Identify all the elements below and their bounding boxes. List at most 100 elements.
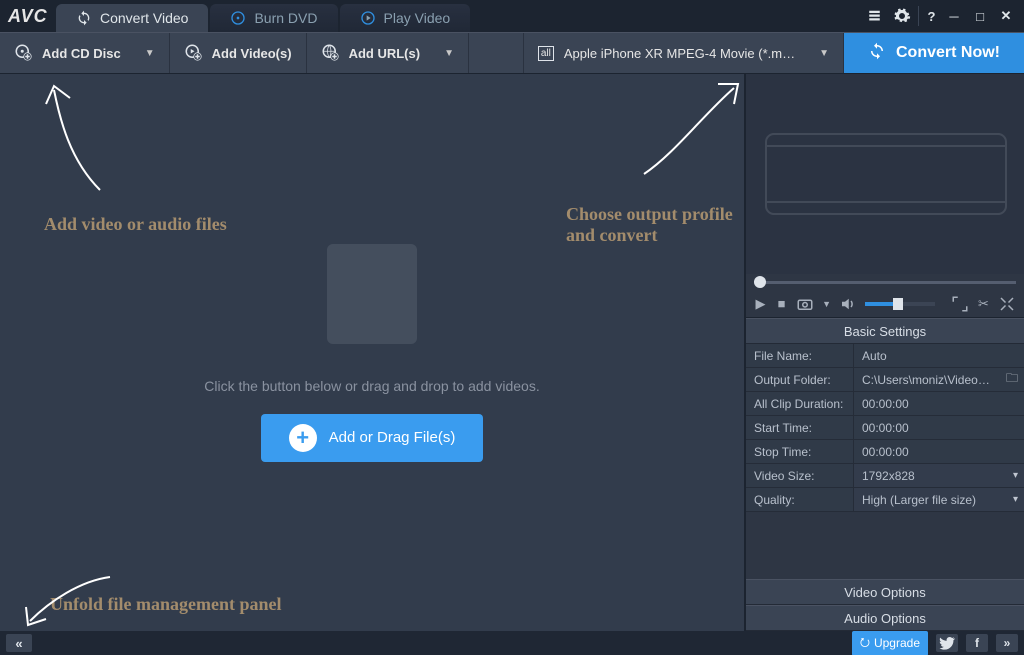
value[interactable]: 00:00:00 [854, 416, 1024, 439]
label: Stop Time: [746, 440, 854, 463]
add-cd-disc-button[interactable]: Add CD Disc ▼ [0, 33, 170, 73]
right-panel: ▶ ■ ▼ ✂ Basic Settings File Name: Auto O… [744, 74, 1024, 631]
gear-icon[interactable] [892, 6, 912, 26]
player-controls: ▶ ■ ▼ ✂ [746, 290, 1024, 318]
output-profile-dropdown[interactable]: all Apple iPhone XR MPEG-4 Movie (*.m… ▼ [523, 33, 844, 73]
stop-button[interactable]: ■ [775, 294, 788, 314]
row-file-name: File Name: Auto [746, 344, 1024, 368]
drop-area[interactable]: Click the button below or drag and drop … [0, 74, 744, 631]
titlebar: AVC Convert Video Burn DVD Play Video ? … [0, 0, 1024, 32]
add-or-drag-files-button[interactable]: + Add or Drag File(s) [261, 414, 484, 462]
chevron-down-icon: ▼ [145, 48, 155, 59]
main-toolbar: Add CD Disc ▼ Add Video(s) Add URL(s) ▼ … [0, 32, 1024, 74]
audio-options-header[interactable]: Audio Options [746, 605, 1024, 631]
chevron-down-icon[interactable]: ▼ [822, 299, 831, 309]
profile-label: Apple iPhone XR MPEG-4 Movie (*.m… [564, 46, 795, 61]
label: Output Folder: [746, 368, 854, 391]
button-label: Add CD Disc [42, 46, 121, 61]
value[interactable]: Auto [854, 344, 1024, 367]
label: File Name: [746, 344, 854, 367]
plus-icon: + [289, 424, 317, 452]
annotation-unfold-panel: Unfold file management panel [50, 594, 282, 615]
disc-plus-icon [14, 43, 32, 64]
value[interactable]: 00:00:00 [854, 440, 1024, 463]
folder-icon[interactable]: 🗀 [1006, 369, 1018, 390]
seek-track [754, 281, 1016, 284]
cut-button[interactable]: ✂ [977, 294, 990, 314]
snapshot-button[interactable] [796, 294, 814, 314]
upgrade-icon: ⭮ [860, 633, 870, 654]
chevron-down-icon: ▼ [444, 48, 454, 59]
row-all-clip-duration: All Clip Duration: 00:00:00 [746, 392, 1024, 416]
twitter-button[interactable] [936, 634, 958, 652]
maximize-button[interactable]: □ [970, 6, 990, 26]
refresh-icon [868, 42, 886, 65]
detach-button[interactable] [951, 294, 969, 314]
unfold-panel-button[interactable]: « [6, 634, 32, 652]
fullscreen-button[interactable] [998, 294, 1016, 314]
annotation-arrow-icon [20, 571, 120, 631]
row-stop-time: Stop Time: 00:00:00 [746, 440, 1024, 464]
all-format-icon: all [538, 46, 554, 61]
more-button[interactable]: » [996, 634, 1018, 652]
basic-settings-header[interactable]: Basic Settings [746, 318, 1024, 344]
body: Click the button below or drag and drop … [0, 74, 1024, 631]
menu-icon[interactable] [866, 6, 886, 26]
video-size-dropdown[interactable]: 1792x828▾ [854, 464, 1024, 487]
chevron-down-icon: ▼ [819, 48, 829, 59]
globe-plus-icon [321, 43, 339, 64]
volume-slider[interactable] [865, 302, 935, 306]
primary-tabs: Convert Video Burn DVD Play Video [56, 0, 866, 32]
row-video-size: Video Size: 1792x828▾ [746, 464, 1024, 488]
video-plus-icon [184, 43, 202, 64]
label: Quality: [746, 488, 854, 511]
status-bar: « ⭮Upgrade f » [0, 631, 1024, 655]
row-output-folder: Output Folder: C:\Users\moniz\Videos…🗀 [746, 368, 1024, 392]
film-icon [327, 244, 417, 344]
window-controls: ? ─ □ ✕ [866, 6, 1024, 26]
row-quality: Quality: High (Larger file size)▾ [746, 488, 1024, 512]
annotation-arrow-icon [634, 74, 754, 184]
volume-icon[interactable] [839, 294, 857, 314]
basic-settings-table: File Name: Auto Output Folder: C:\Users\… [746, 344, 1024, 512]
play-icon [360, 10, 376, 26]
preview-panel [746, 74, 1024, 274]
quality-dropdown[interactable]: High (Larger file size)▾ [854, 488, 1024, 511]
chevron-down-icon: ▾ [1013, 494, 1018, 505]
refresh-icon [76, 10, 92, 26]
play-button[interactable]: ▶ [754, 294, 767, 314]
label: Start Time: [746, 416, 854, 439]
help-icon[interactable]: ? [918, 6, 938, 26]
convert-now-button[interactable]: Convert Now! [844, 33, 1024, 73]
video-options-header[interactable]: Video Options [746, 579, 1024, 605]
facebook-button[interactable]: f [966, 634, 988, 652]
label: All Clip Duration: [746, 392, 854, 415]
annotation-add-files: Add video or audio files [44, 214, 227, 235]
annotation-choose-profile: Choose output profile and convert [566, 204, 744, 246]
value: 00:00:00 [854, 392, 1024, 415]
tab-label: Convert Video [100, 10, 188, 26]
minimize-button[interactable]: ─ [944, 6, 964, 26]
settings-spacer [746, 512, 1024, 579]
button-label: Add Video(s) [212, 46, 292, 61]
tab-convert-video[interactable]: Convert Video [56, 4, 208, 32]
film-strip-icon [756, 114, 1016, 234]
chevron-down-icon: ▾ [1013, 470, 1018, 481]
label: Video Size: [746, 464, 854, 487]
add-videos-button[interactable]: Add Video(s) [170, 33, 307, 73]
annotation-arrow-icon [40, 80, 120, 200]
disc-icon [230, 10, 246, 26]
seek-bar[interactable] [746, 274, 1024, 290]
button-label: Add or Drag File(s) [329, 429, 456, 446]
seek-knob[interactable] [754, 276, 766, 288]
value[interactable]: C:\Users\moniz\Videos…🗀 [854, 368, 1024, 391]
tab-burn-dvd[interactable]: Burn DVD [210, 4, 337, 32]
close-button[interactable]: ✕ [996, 6, 1016, 26]
app-logo: AVC [0, 6, 56, 27]
add-urls-button[interactable]: Add URL(s) ▼ [307, 33, 469, 73]
tab-play-video[interactable]: Play Video [340, 4, 471, 32]
row-start-time: Start Time: 00:00:00 [746, 416, 1024, 440]
tab-label: Play Video [384, 10, 451, 26]
drop-hint: Click the button below or drag and drop … [204, 378, 539, 394]
upgrade-button[interactable]: ⭮Upgrade [852, 631, 928, 655]
